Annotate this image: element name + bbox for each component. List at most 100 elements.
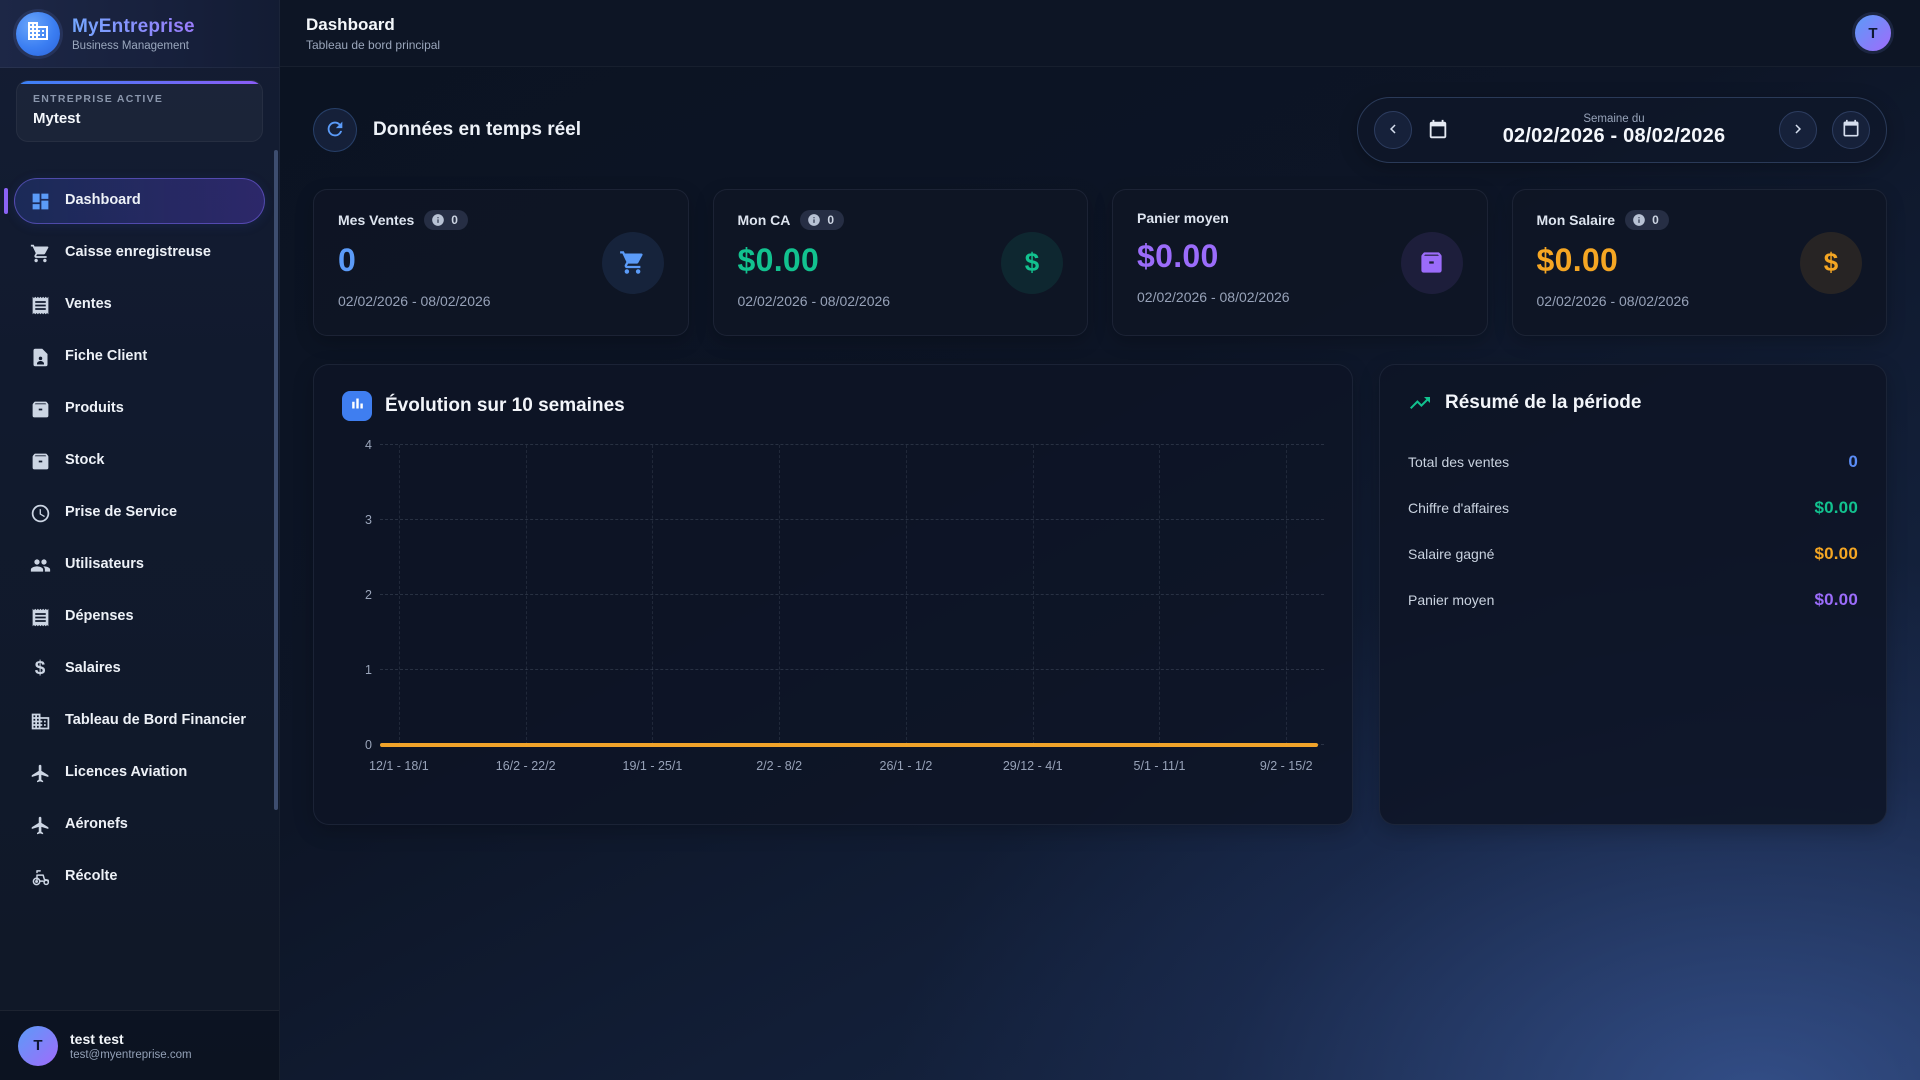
sidebar-scrollbar[interactable] bbox=[274, 150, 278, 810]
info-icon bbox=[1632, 213, 1646, 227]
sidebar-header: MyEntreprise Business Management bbox=[0, 0, 279, 68]
y-tick-label: 1 bbox=[350, 663, 372, 677]
summary-value: $0.00 bbox=[1814, 590, 1858, 610]
stat-info-badge[interactable]: 0 bbox=[424, 210, 468, 230]
dashboard-icon bbox=[29, 190, 51, 212]
series-line-ventes bbox=[380, 743, 1318, 747]
sidebar-item-depenses[interactable]: Dépenses bbox=[14, 594, 265, 640]
main-area: Dashboard Tableau de bord principal T Do… bbox=[280, 0, 1920, 1080]
dollar-icon: $ bbox=[29, 658, 51, 680]
bar-chart-icon bbox=[342, 391, 372, 421]
gridline-v bbox=[906, 445, 907, 745]
summary-row-panier-moyen: Panier moyen $0.00 bbox=[1408, 577, 1858, 623]
stat-card-mes-ventes: Mes Ventes 0 0 02/02/2026 - 08/02/2026 bbox=[313, 189, 689, 336]
x-tick-label: 26/1 - 1/2 bbox=[880, 759, 933, 773]
chart-x-axis: 12/1 - 18/116/2 - 22/219/1 - 25/12/2 - 8… bbox=[380, 755, 1324, 783]
stat-card-mon-salaire: Mon Salaire 0 $0.00 02/02/2026 - 08/02/2… bbox=[1512, 189, 1888, 336]
chart-plot: 01234 bbox=[380, 445, 1324, 745]
calendar-icon bbox=[1427, 119, 1449, 141]
y-tick-label: 4 bbox=[350, 438, 372, 452]
app-name: MyEntreprise bbox=[72, 16, 195, 38]
refresh-button[interactable] bbox=[313, 108, 357, 152]
sidebar-item-dashboard[interactable]: Dashboard bbox=[14, 178, 265, 224]
summary-value: $0.00 bbox=[1814, 544, 1858, 564]
gridline-h bbox=[380, 519, 1324, 520]
x-tick-label: 16/2 - 22/2 bbox=[496, 759, 556, 773]
sidebar-item-utilisateurs[interactable]: Utilisateurs bbox=[14, 542, 265, 588]
stat-card-mon-ca: Mon CA 0 $0.00 02/02/2026 - 08/02/2026 $ bbox=[713, 189, 1089, 336]
chart-title: Évolution sur 10 semaines bbox=[385, 395, 625, 417]
archive-icon bbox=[29, 398, 51, 420]
dollar-icon: $ bbox=[1800, 232, 1862, 294]
gridline-v bbox=[1159, 445, 1160, 745]
archive-icon bbox=[1401, 232, 1463, 294]
sidebar-item-prise-de-service[interactable]: Prise de Service bbox=[14, 490, 265, 536]
chevron-right-icon bbox=[1789, 120, 1807, 141]
sidebar-user[interactable]: T test test test@myentreprise.com bbox=[0, 1010, 279, 1080]
sidebar-item-fiche-client[interactable]: Fiche Client bbox=[14, 334, 265, 380]
stat-label: Mon CA bbox=[738, 212, 791, 228]
archive-icon bbox=[29, 450, 51, 472]
app-root: MyEntreprise Business Management ENTREPR… bbox=[0, 0, 1920, 1080]
summary-row-total-des-ventes: Total des ventes 0 bbox=[1408, 439, 1858, 485]
trending-up-icon bbox=[1408, 391, 1432, 415]
stat-info-badge[interactable]: 0 bbox=[1625, 210, 1669, 230]
gridline-v bbox=[652, 445, 653, 745]
stat-label: Mes Ventes bbox=[338, 212, 414, 228]
x-tick-label: 19/1 - 25/1 bbox=[623, 759, 683, 773]
gridline-v bbox=[1286, 445, 1287, 745]
building-icon bbox=[29, 710, 51, 732]
cart-icon bbox=[602, 232, 664, 294]
stat-cards-row: Mes Ventes 0 0 02/02/2026 - 08/02/2026 M… bbox=[313, 189, 1887, 336]
sidebar-item-tableau-de-bord-financier[interactable]: Tableau de Bord Financier bbox=[14, 698, 265, 744]
summary-title: Résumé de la période bbox=[1445, 392, 1641, 414]
x-tick-label: 9/2 - 15/2 bbox=[1260, 759, 1313, 773]
open-calendar-button[interactable] bbox=[1832, 111, 1870, 149]
sidebar-item-licences-aviation[interactable]: Licences Aviation bbox=[14, 750, 265, 796]
tractor-icon bbox=[29, 866, 51, 888]
y-tick-label: 3 bbox=[350, 513, 372, 527]
x-tick-label: 12/1 - 18/1 bbox=[369, 759, 429, 773]
topbar-avatar[interactable]: T bbox=[1852, 12, 1894, 54]
building-icon bbox=[26, 19, 50, 48]
sidebar-nav: Dashboard Caisse enregistreuse Ventes Fi… bbox=[0, 142, 279, 1010]
sidebar-item-ventes[interactable]: Ventes bbox=[14, 282, 265, 328]
sidebar-item-recolte[interactable]: Récolte bbox=[14, 854, 265, 900]
next-week-button[interactable] bbox=[1779, 111, 1817, 149]
stat-period: 02/02/2026 - 08/02/2026 bbox=[1137, 289, 1463, 305]
evolution-chart-panel: Évolution sur 10 semaines 01234 12/1 - 1… bbox=[313, 364, 1353, 825]
summary-rows: Total des ventes 0 Chiffre d'affaires $0… bbox=[1408, 439, 1858, 623]
sidebar-item-salaires[interactable]: $ Salaires bbox=[14, 646, 265, 692]
user-email: test@myentreprise.com bbox=[70, 1049, 192, 1061]
active-company-name: Mytest bbox=[33, 110, 246, 127]
summary-label: Salaire gagné bbox=[1408, 546, 1494, 562]
y-tick-label: 0 bbox=[350, 738, 372, 752]
sidebar-item-produits[interactable]: Produits bbox=[14, 386, 265, 432]
summary-row-salaire-gagne: Salaire gagné $0.00 bbox=[1408, 531, 1858, 577]
dollar-icon: $ bbox=[1001, 232, 1063, 294]
app-logo bbox=[16, 12, 60, 56]
x-tick-label: 5/1 - 11/1 bbox=[1134, 759, 1186, 773]
active-company-card[interactable]: ENTREPRISE ACTIVE Mytest bbox=[16, 80, 263, 142]
prev-week-button[interactable] bbox=[1374, 111, 1412, 149]
week-range: 02/02/2026 - 08/02/2026 bbox=[1503, 125, 1726, 148]
week-selector: Semaine du 02/02/2026 - 08/02/2026 bbox=[1357, 97, 1887, 163]
stat-badge-count: 0 bbox=[1652, 213, 1659, 227]
chevron-left-icon bbox=[1384, 120, 1402, 141]
sidebar-item-aeronefs[interactable]: Aéronefs bbox=[14, 802, 265, 848]
info-icon bbox=[807, 213, 821, 227]
sidebar-item-caisse-enregistreuse[interactable]: Caisse enregistreuse bbox=[14, 230, 265, 276]
sidebar: MyEntreprise Business Management ENTREPR… bbox=[0, 0, 280, 1080]
stat-badge-count: 0 bbox=[827, 213, 834, 227]
stat-info-badge[interactable]: 0 bbox=[800, 210, 844, 230]
active-company-label: ENTREPRISE ACTIVE bbox=[33, 93, 246, 105]
stat-period: 02/02/2026 - 08/02/2026 bbox=[338, 293, 664, 309]
sidebar-item-stock[interactable]: Stock bbox=[14, 438, 265, 484]
summary-value: 0 bbox=[1848, 452, 1858, 472]
week-caption: Semaine du bbox=[1583, 113, 1644, 125]
stat-label: Mon Salaire bbox=[1537, 212, 1616, 228]
stat-period: 02/02/2026 - 08/02/2026 bbox=[1537, 293, 1863, 309]
gridline-v bbox=[526, 445, 527, 745]
page-subtitle: Tableau de bord principal bbox=[306, 38, 440, 52]
calendar-icon bbox=[1841, 119, 1861, 142]
